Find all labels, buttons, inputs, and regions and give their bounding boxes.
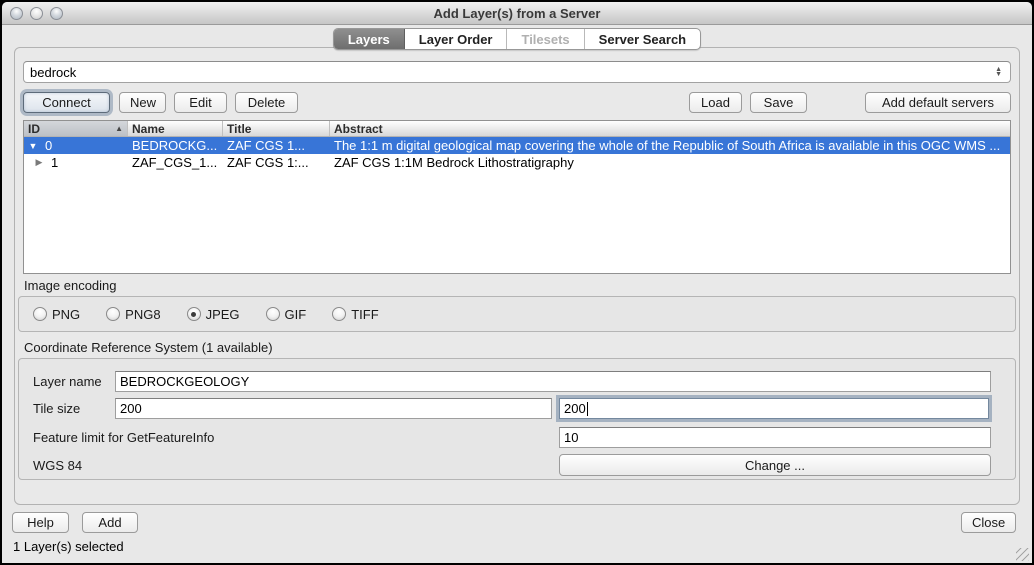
row-id: 1 — [51, 155, 58, 170]
table-row[interactable]: ▶ 1 ZAF_CGS_1... ZAF CGS 1:... ZAF CGS 1… — [24, 154, 1010, 171]
image-encoding-group: PNG PNG8 JPEG GIF TIFF — [18, 296, 1016, 332]
server-combo[interactable]: bedrock ▲ ▼ — [23, 61, 1011, 83]
server-combo-value: bedrock — [30, 65, 995, 80]
combo-stepper-icon[interactable]: ▲ ▼ — [995, 67, 1004, 77]
row-name: ZAF_CGS_1... — [128, 155, 223, 170]
text-cursor — [587, 402, 588, 416]
titlebar[interactable]: Add Layer(s) from a Server — [2, 2, 1032, 25]
stepper-down-icon: ▼ — [995, 72, 1002, 77]
tile-width-input[interactable] — [115, 398, 552, 419]
tab-server-search[interactable]: Server Search — [585, 29, 700, 49]
sort-ascending-icon: ▲ — [115, 124, 123, 133]
radio-icon — [106, 307, 120, 321]
add-layers-dialog: Add Layer(s) from a Server Layers Layer … — [2, 2, 1032, 563]
row-title: ZAF CGS 1:... — [223, 155, 330, 170]
radio-icon — [266, 307, 280, 321]
radio-icon — [33, 307, 47, 321]
tile-height-input[interactable]: 200 — [559, 398, 989, 419]
close-button[interactable]: Close — [961, 512, 1016, 533]
row-abstract: ZAF CGS 1:1M Bedrock Lithostratigraphy — [330, 155, 1010, 170]
radio-jpeg[interactable]: JPEG — [187, 307, 240, 322]
tab-segmented-control: Layers Layer Order Tilesets Server Searc… — [333, 28, 701, 50]
load-button[interactable]: Load — [689, 92, 742, 113]
add-default-servers-button[interactable]: Add default servers — [865, 92, 1011, 113]
connect-button[interactable]: Connect — [23, 92, 110, 113]
radio-icon — [332, 307, 346, 321]
edit-button[interactable]: Edit — [174, 92, 227, 113]
radio-gif[interactable]: GIF — [266, 307, 307, 322]
crs-section-label: Coordinate Reference System (1 available… — [24, 340, 273, 355]
row-id: 0 — [45, 138, 52, 153]
window-title: Add Layer(s) from a Server — [2, 6, 1032, 21]
save-button[interactable]: Save — [750, 92, 807, 113]
layer-options-group: Layer name Tile size 200 Feature limit f… — [18, 358, 1016, 480]
column-header-abstract[interactable]: Abstract — [330, 121, 1010, 136]
change-crs-button[interactable]: Change ... — [559, 454, 991, 476]
disclosure-triangle-expanded-icon[interactable]: ▼ — [28, 141, 38, 151]
radio-tiff[interactable]: TIFF — [332, 307, 378, 322]
layers-table[interactable]: ID ▲ Name Title Abstract ▼ 0 BEDROCKG...… — [23, 120, 1011, 274]
crs-value-label: WGS 84 — [33, 458, 82, 473]
tile-size-label: Tile size — [33, 401, 80, 416]
column-header-title[interactable]: Title — [223, 121, 330, 136]
column-header-name[interactable]: Name — [128, 121, 223, 136]
table-header: ID ▲ Name Title Abstract — [24, 121, 1010, 137]
tab-tilesets: Tilesets — [507, 29, 584, 49]
layer-name-label: Layer name — [33, 374, 102, 389]
help-button[interactable]: Help — [12, 512, 69, 533]
feature-limit-input[interactable] — [559, 427, 991, 448]
radio-png[interactable]: PNG — [33, 307, 80, 322]
radio-png8[interactable]: PNG8 — [106, 307, 160, 322]
row-abstract: The 1:1 m digital geological map coverin… — [330, 138, 1010, 153]
column-header-id[interactable]: ID ▲ — [24, 121, 128, 136]
image-encoding-label: Image encoding — [24, 278, 117, 293]
new-button[interactable]: New — [119, 92, 166, 113]
table-row[interactable]: ▼ 0 BEDROCKG... ZAF CGS 1... The 1:1 m d… — [24, 137, 1010, 154]
row-name: BEDROCKG... — [128, 138, 223, 153]
screenshot-frame: Add Layer(s) from a Server Layers Layer … — [0, 0, 1034, 565]
tab-layers[interactable]: Layers — [334, 29, 405, 49]
row-title: ZAF CGS 1... — [223, 138, 330, 153]
tab-bar: Layers Layer Order Tilesets Server Searc… — [2, 28, 1032, 50]
radio-selected-icon — [187, 307, 201, 321]
tab-layer-order[interactable]: Layer Order — [405, 29, 508, 49]
delete-button[interactable]: Delete — [235, 92, 298, 113]
status-text: 1 Layer(s) selected — [13, 539, 124, 554]
add-button[interactable]: Add — [82, 512, 138, 533]
resize-grip[interactable] — [1016, 548, 1029, 561]
layers-panel: bedrock ▲ ▼ Connect New Edit Delete Load… — [14, 47, 1020, 505]
disclosure-triangle-collapsed-icon[interactable]: ▶ — [34, 157, 44, 168]
feature-limit-label: Feature limit for GetFeatureInfo — [33, 430, 214, 445]
connection-button-row: Connect New Edit Delete Load Save Add de… — [15, 92, 1019, 113]
layer-name-input[interactable] — [115, 371, 991, 392]
